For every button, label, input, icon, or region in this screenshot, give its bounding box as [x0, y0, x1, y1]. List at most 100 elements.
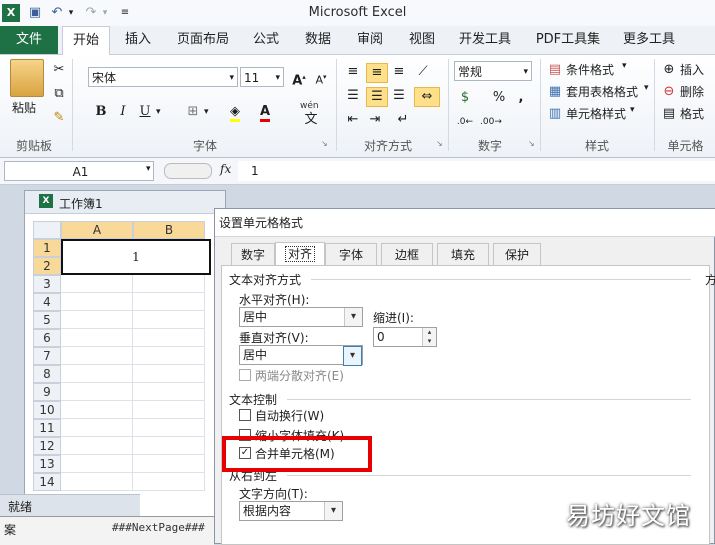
row-header[interactable]: 8	[33, 365, 61, 383]
insert-cells-button[interactable]: 插入	[680, 61, 704, 78]
cell-style-button[interactable]: 单元格样式	[566, 105, 626, 122]
tab-number[interactable]: 数字	[231, 243, 275, 265]
chevron-down-icon[interactable]: ▾	[343, 346, 362, 366]
comma-button[interactable]: ,	[512, 89, 530, 107]
merge-center-icon[interactable]: ⇔	[414, 87, 440, 107]
grid-cell[interactable]	[61, 311, 133, 329]
font-size-input[interactable]: 11 ▾	[240, 67, 284, 87]
dialog-launcher-icon[interactable]: ↘	[528, 139, 535, 148]
grid-cell[interactable]	[133, 419, 205, 437]
align-right-icon[interactable]: ☰	[390, 87, 408, 105]
grid-cell[interactable]	[133, 455, 205, 473]
insert-function-button[interactable]: fx	[220, 162, 231, 176]
currency-icon[interactable]: $	[456, 89, 474, 107]
row-header[interactable]: 7	[33, 347, 61, 365]
row-header[interactable]: 4	[33, 293, 61, 311]
wrap-text-checkbox[interactable]	[239, 409, 251, 421]
horizontal-align-select[interactable]: 居中 ▾	[239, 307, 363, 327]
grow-font-icon[interactable]: A▴	[290, 68, 308, 88]
sheet-grid[interactable]: A B 1 2 3 4 5 6 7 8 9 10 11 12 13 14 1	[33, 221, 225, 521]
increase-indent-icon[interactable]: ⇥	[366, 111, 384, 129]
percent-button[interactable]: %	[490, 89, 508, 107]
chevron-down-icon[interactable]: ▾	[156, 107, 161, 117]
tab-border[interactable]: 边框	[381, 243, 433, 265]
format-cells-button[interactable]: 格式	[680, 105, 704, 122]
grid-cell[interactable]	[133, 401, 205, 419]
cut-icon[interactable]: ✂	[50, 61, 68, 79]
vertical-align-select[interactable]: 居中 ▾	[239, 345, 363, 366]
grid-cell[interactable]	[133, 473, 205, 491]
bold-button[interactable]: B	[92, 103, 110, 121]
tab-insert[interactable]: 插入	[114, 26, 162, 54]
table-format-button[interactable]: 套用表格格式	[566, 83, 638, 100]
font-color-icon[interactable]: A	[256, 103, 274, 122]
chevron-down-icon[interactable]: ▾	[275, 68, 280, 88]
cell-style-icon[interactable]: ▥	[546, 105, 564, 123]
grid-cell[interactable]	[133, 347, 205, 365]
grid-cell[interactable]	[61, 329, 133, 347]
tab-review[interactable]: 审阅	[348, 26, 392, 54]
tab-developer[interactable]: 开发工具	[452, 26, 518, 54]
grid-cell[interactable]	[61, 437, 133, 455]
delete-cells-icon[interactable]: ⊖	[660, 83, 678, 101]
align-center-icon[interactable]: ☰	[366, 87, 388, 107]
row-header[interactable]: 13	[33, 455, 61, 473]
grid-cell[interactable]	[61, 455, 133, 473]
grid-cell[interactable]	[133, 275, 205, 293]
grid-cell[interactable]	[61, 365, 133, 383]
tab-formulas[interactable]: 公式	[244, 26, 288, 54]
underline-button[interactable]: U	[136, 103, 154, 121]
paste-icon[interactable]	[10, 59, 44, 97]
insert-cells-icon[interactable]: ⊕	[660, 61, 678, 79]
grid-cell[interactable]	[61, 275, 133, 293]
grid-cell[interactable]	[61, 347, 133, 365]
row-header[interactable]: 11	[33, 419, 61, 437]
row-header[interactable]: 2	[33, 257, 61, 275]
format-painter-icon[interactable]: ✎	[50, 109, 68, 127]
row-header[interactable]: 9	[33, 383, 61, 401]
merged-cell-a1[interactable]: 1	[61, 239, 211, 275]
grid-cell[interactable]	[133, 293, 205, 311]
conditional-format-button[interactable]: 条件格式	[566, 61, 614, 78]
chevron-down-icon[interactable]: ▾	[622, 61, 627, 71]
stepper-arrows-icon[interactable]: ▴ ▾	[422, 328, 436, 346]
decrease-decimal-icon[interactable]: .00→	[480, 113, 502, 131]
orientation-icon[interactable]: ⟋	[414, 63, 432, 81]
grid-cell[interactable]	[61, 419, 133, 437]
align-bottom-icon[interactable]: ≡	[390, 63, 408, 81]
tab-pdf-tools[interactable]: PDF工具集	[528, 26, 608, 54]
grid-cell[interactable]	[61, 401, 133, 419]
indent-stepper[interactable]: 0 ▴ ▾	[373, 327, 437, 347]
tab-font[interactable]: 字体	[325, 243, 377, 265]
tab-home[interactable]: 开始	[62, 26, 110, 55]
grid-cell[interactable]	[133, 437, 205, 455]
row-header[interactable]: 10	[33, 401, 61, 419]
fill-color-icon[interactable]: ◈	[226, 103, 244, 122]
tab-alignment[interactable]: 对齐	[275, 242, 325, 266]
table-format-icon[interactable]: ▦	[546, 83, 564, 101]
align-left-icon[interactable]: ☰	[344, 87, 362, 105]
distributed-checkbox[interactable]	[239, 369, 251, 381]
align-top-icon[interactable]: ≡	[344, 63, 362, 81]
row-header[interactable]: 1	[33, 239, 61, 257]
font-name-input[interactable]: 宋体 ▾	[88, 67, 238, 87]
tab-view[interactable]: 视图	[400, 26, 444, 54]
chevron-down-icon[interactable]: ▾	[644, 83, 649, 93]
chevron-down-icon[interactable]: ▾	[146, 164, 151, 174]
align-middle-icon[interactable]: ≡	[366, 63, 388, 83]
text-direction-select[interactable]: 根据内容 ▾	[239, 501, 343, 521]
italic-button[interactable]: I	[114, 103, 132, 121]
increase-decimal-icon[interactable]: .0←	[456, 113, 474, 131]
grid-cell[interactable]	[133, 329, 205, 347]
row-header[interactable]: 12	[33, 437, 61, 455]
row-header[interactable]: 3	[33, 275, 61, 293]
column-header-a[interactable]: A	[61, 221, 133, 239]
chevron-down-icon[interactable]: ▾	[344, 308, 362, 326]
copy-icon[interactable]: ⧉	[50, 85, 68, 103]
grid-cell[interactable]	[133, 311, 205, 329]
grid-cell[interactable]	[133, 365, 205, 383]
row-header[interactable]: 5	[33, 311, 61, 329]
tab-file[interactable]: 文件	[0, 26, 58, 54]
delete-cells-button[interactable]: 删除	[680, 83, 704, 100]
phonetic-icon[interactable]: 文	[302, 111, 320, 129]
